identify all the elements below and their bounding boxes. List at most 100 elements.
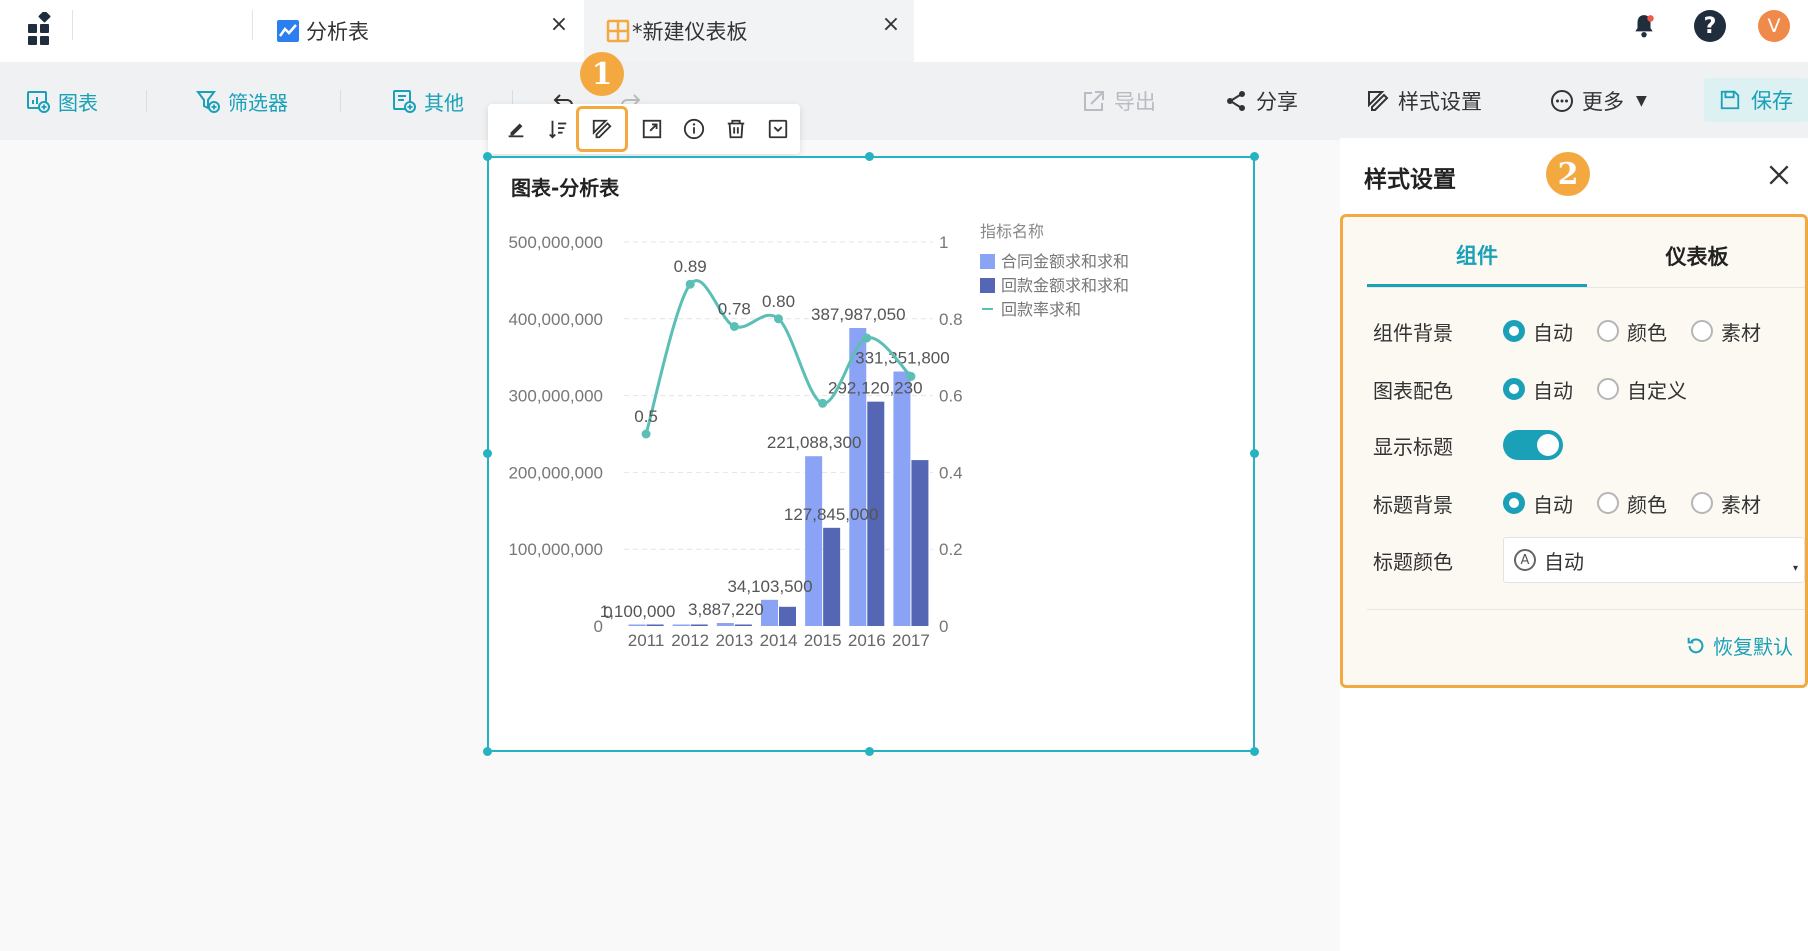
radio-color[interactable]: 颜色 [1597,489,1667,518]
tab-label: 分析表 [306,20,369,44]
avatar[interactable]: V [1758,10,1790,42]
bar-payment [690,624,708,626]
right-axis-tick-label: 0.2 [939,540,963,559]
chart-button[interactable]: 图表 [26,81,98,121]
dropdown-box-icon [768,119,788,139]
help-icon[interactable]: ? [1694,10,1726,42]
right-axis-tick-label: 0.4 [939,463,963,482]
radio-material[interactable]: 素材 [1691,489,1761,518]
step-marker-1: 1 [580,52,624,96]
resize-handle[interactable] [483,152,492,161]
bar-contract [805,456,823,626]
radio-material[interactable]: 素材 [1691,317,1761,346]
expand-icon [642,119,662,139]
bar-contract [893,371,911,626]
close-icon[interactable] [1766,162,1792,188]
close-icon[interactable]: × [880,14,902,36]
legend-swatch [980,278,995,293]
resize-handle[interactable] [865,747,874,756]
bar-contract [628,624,646,626]
resize-handle[interactable] [865,152,874,161]
legend-label: 回款金额求和求和 [1001,277,1129,295]
line-point [729,321,739,331]
dashboard-icon [606,19,630,43]
info-icon [683,118,705,140]
show-title-toggle[interactable] [1503,430,1563,460]
save-button[interactable]: 保存 [1704,78,1808,122]
legend-title: 指标名称 [980,223,1044,241]
data-label: 0.78 [718,299,751,318]
chart-color-row: 图表配色 自动 自定义 [1373,371,1711,407]
sort-icon [549,120,567,139]
notification-bell-icon[interactable] [1628,10,1660,42]
step-marker-2: 2 [1546,152,1590,196]
more-options-button[interactable] [760,111,796,147]
tab-new-dashboard[interactable]: *新建仪表板 × [584,0,914,62]
radio-color[interactable]: 颜色 [1597,317,1667,346]
chart-widget[interactable]: 图表-分析表 0 100,000,000 200,000,000 300,000,00… [487,156,1255,752]
export-button[interactable]: 导出 [1082,81,1156,121]
add-filter-icon [196,91,220,113]
style-icon [592,119,612,139]
legend-label: 回款率求和 [1001,301,1081,319]
widget-style-button[interactable] [576,106,628,152]
other-button[interactable]: 其他 [392,81,464,121]
tab-analysis-table[interactable]: 分析表 × [254,0,582,62]
export-icon [1084,91,1104,111]
line-point [774,314,783,324]
right-axis-tick-label: 1 [939,233,948,252]
toolbar: 图表 筛选器 其他 导出 分享 样式设置 更多 ▼ [0,62,1808,140]
left-axis-tick-label: 500,000,000 [508,233,603,252]
filter-button[interactable]: 筛选器 [196,81,288,121]
resize-handle[interactable] [483,449,492,458]
right-axis-tick-label: 0 [939,617,948,636]
data-label: 387,987,050 [811,305,906,324]
restore-default-button[interactable]: 恢复默认 [1685,631,1793,660]
tab-component[interactable]: 组件 [1367,225,1587,287]
bar-contract [849,328,867,626]
left-axis-tick-label: 200,000,000 [508,463,603,482]
share-button[interactable]: 分享 [1224,81,1298,121]
line-point [641,429,651,439]
panel-title: 样式设置 [1364,167,1456,193]
data-label: 0.80 [762,292,795,311]
data-label: 127,845,000 [784,505,879,524]
resize-handle[interactable] [1250,449,1259,458]
line-point [685,279,695,289]
radio-custom[interactable]: 自定义 [1597,375,1687,404]
resize-handle[interactable] [483,747,492,756]
radio-auto[interactable]: 自动 [1503,317,1573,346]
info-button[interactable] [676,111,712,147]
left-axis-tick-label: 400,000,000 [508,310,603,329]
resize-handle[interactable] [1250,747,1259,756]
title-color-select[interactable]: A 自动 ▾ [1503,537,1805,583]
chart-area: 0 100,000,000 200,000,000 300,000,000 400,00… [508,223,1129,650]
left-axis-tick-label: 300,000,000 [508,387,603,406]
edit-button[interactable] [498,111,534,147]
x-axis-tick-label: 2016 [848,631,886,650]
title-bg-row: 标题背景 自动 颜色 素材 [1373,485,1785,521]
style-settings-button[interactable]: 样式设置 [1366,81,1482,121]
top-tab-bar: 分析表 × *新建仪表板 × ? V [0,0,1808,62]
radio-auto[interactable]: 自动 [1503,375,1573,404]
more-menu[interactable]: 更多 ▼ [1550,81,1647,121]
sort-button[interactable] [540,111,576,147]
data-label: 3,887,220 [688,600,764,619]
caret-down-icon: ▼ [1636,93,1647,109]
bar-payment [911,460,929,626]
data-label: 0.89 [674,257,707,276]
radio-auto[interactable]: 自动 [1503,489,1573,518]
show-title-row: 显示标题 [1373,427,1563,463]
legend-swatch [980,254,995,269]
bar-payment [646,624,664,626]
delete-button[interactable] [718,111,754,147]
add-chart-icon [27,91,50,113]
save-icon [1720,90,1740,110]
fullscreen-button[interactable] [634,111,670,147]
app-grid-icon[interactable] [26,12,60,46]
resize-handle[interactable] [1250,152,1259,161]
component-bg-row: 组件背景 自动 颜色 素材 [1373,313,1785,349]
close-icon[interactable]: × [548,14,570,36]
tab-dashboard[interactable]: 仪表板 [1587,225,1807,287]
x-axis-tick-label: 2013 [715,631,753,650]
